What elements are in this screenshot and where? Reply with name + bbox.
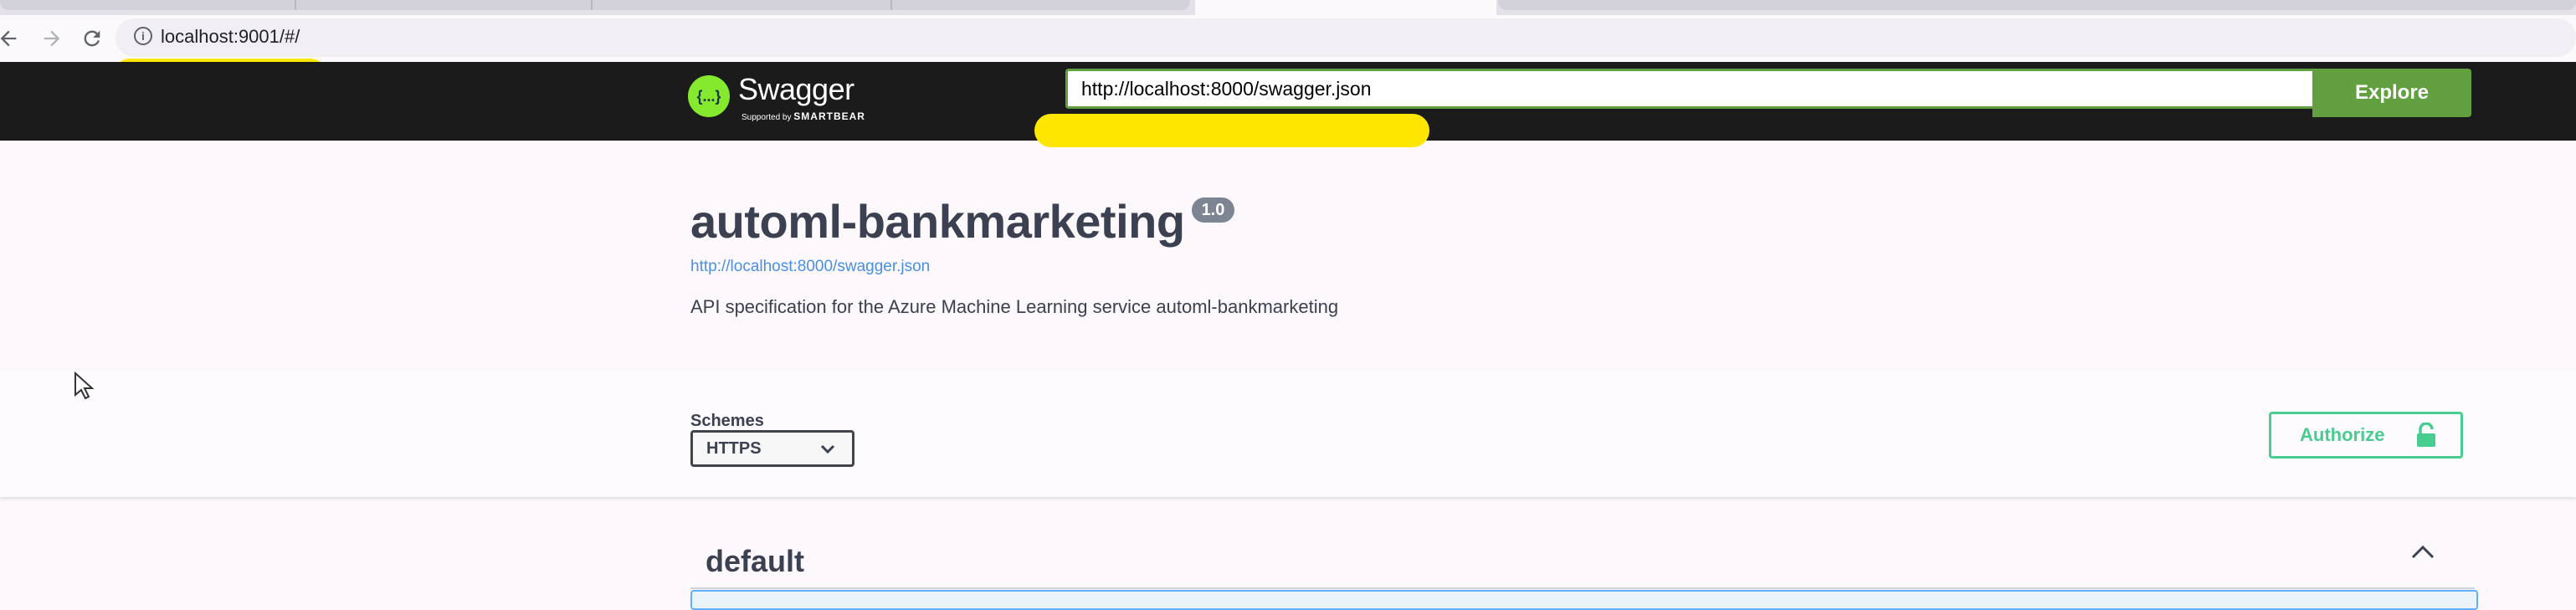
spec-url-link[interactable]: http://localhost:8000/swagger.json	[690, 258, 2448, 276]
browser-tab[interactable]	[0, 0, 1190, 10]
tag-divider	[690, 587, 2475, 589]
reload-button[interactable]	[79, 25, 105, 52]
tag-name: default	[706, 544, 805, 578]
arrow-left-icon	[0, 30, 17, 47]
mouse-cursor-icon	[74, 372, 95, 400]
tab-divider	[890, 0, 892, 10]
browser-address-bar: i localhost:9001/#/	[0, 15, 2576, 62]
operation-block[interactable]	[690, 590, 2478, 610]
chevron-down-icon	[820, 444, 835, 454]
api-info: automl-bankmarketing 1.0 http://localhost…	[690, 192, 2448, 318]
lock-icon	[2417, 423, 2435, 447]
scheme-container: Schemes HTTPS Authorize	[0, 370, 2576, 497]
chevron-up-icon[interactable]	[2408, 542, 2438, 562]
browser-tab-strip	[0, 0, 2576, 15]
browser-url[interactable]: localhost:9001/#/	[161, 26, 300, 48]
authorize-button[interactable]: Authorize	[2269, 412, 2463, 459]
api-description: API specification for the Azure Machine …	[690, 296, 1339, 317]
schemes-selected-value: HTTPS	[706, 439, 762, 458]
swagger-logo-tagline: Supported by SMARTBEAR	[741, 110, 865, 122]
redaction-highlight	[1034, 114, 1429, 147]
version-badge: 1.0	[1191, 197, 1235, 223]
arrow-right-icon	[44, 30, 60, 47]
logo-brand-text: SMARTBEAR	[793, 110, 865, 122]
swagger-logo[interactable]: {...} Swagger Supported by SMARTBEAR	[688, 72, 897, 132]
reload-icon	[84, 30, 100, 47]
authorize-label: Authorize	[2300, 424, 2385, 445]
page-title: automl-bankmarketing 1.0	[690, 192, 2448, 251]
logo-tagline-text: Supported by	[741, 113, 792, 122]
active-browser-tab[interactable]	[1195, 0, 1496, 15]
swagger-logo-icon: {...}	[688, 75, 730, 117]
explore-button[interactable]: Explore	[2312, 69, 2471, 117]
forward-button[interactable]	[38, 25, 65, 52]
browser-tab[interactable]	[1498, 0, 2576, 10]
back-button[interactable]	[0, 25, 22, 52]
spec-url-input[interactable]	[1065, 69, 2312, 109]
tag-section-default[interactable]: default	[690, 536, 2475, 589]
schemes-label: Schemes	[690, 412, 764, 430]
api-title: automl-bankmarketing	[690, 195, 1185, 248]
tab-divider	[591, 0, 593, 10]
omnibox[interactable]: i localhost:9001/#/	[115, 18, 2576, 57]
swagger-logo-text: Swagger	[738, 72, 854, 106]
info-icon[interactable]: i	[134, 27, 152, 45]
tab-divider	[295, 0, 296, 10]
